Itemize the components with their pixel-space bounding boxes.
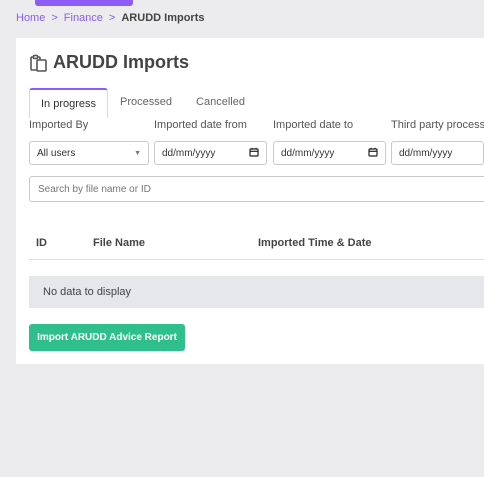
- tab-in-progress[interactable]: In progress: [29, 88, 109, 118]
- tab-cancelled[interactable]: Cancelled: [184, 88, 257, 118]
- page-title: ARUDD Imports: [53, 52, 190, 72]
- imports-card: ARUDD Imports In progress Processed Canc…: [16, 38, 484, 364]
- chevron-down-icon: ▼: [134, 149, 141, 157]
- breadcrumb-current: ARUDD Imports: [121, 12, 205, 24]
- imported-by-select[interactable]: All users ▼: [29, 141, 149, 165]
- clipboard-copy-icon: [29, 53, 49, 73]
- import-arudd-button[interactable]: Import ARUDD Advice Report: [29, 324, 185, 351]
- imported-by-value: All users: [37, 147, 76, 159]
- empty-table-message: No data to display: [29, 276, 484, 308]
- calendar-icon[interactable]: [249, 147, 259, 160]
- tab-processed[interactable]: Processed: [108, 88, 184, 118]
- third-party-label: Third party processi: [391, 119, 484, 131]
- page-header: ARUDD Imports: [29, 52, 189, 73]
- column-header-imported-date[interactable]: Imported Time & Date: [258, 237, 372, 249]
- column-header-id[interactable]: ID: [36, 237, 47, 249]
- breadcrumb-separator: >: [108, 12, 116, 24]
- breadcrumb-finance-link[interactable]: Finance: [64, 12, 103, 24]
- third-party-value: dd/mm/yyyy: [399, 147, 453, 159]
- date-to-input[interactable]: dd/mm/yyyy: [273, 141, 386, 165]
- date-from-value: dd/mm/yyyy: [162, 147, 216, 159]
- date-to-label: Imported date to: [273, 119, 354, 131]
- imported-by-label: Imported By: [29, 119, 89, 131]
- date-to-value: dd/mm/yyyy: [281, 147, 335, 159]
- date-from-label: Imported date from: [154, 119, 247, 131]
- calendar-icon[interactable]: [368, 147, 378, 160]
- status-tabs: In progress Processed Cancelled: [29, 88, 257, 118]
- top-action-button[interactable]: [35, 0, 133, 6]
- column-header-file-name[interactable]: File Name: [93, 237, 145, 249]
- search-input[interactable]: Search by file name or ID: [29, 176, 484, 202]
- third-party-date-input[interactable]: dd/mm/yyyy: [391, 141, 484, 165]
- date-from-input[interactable]: dd/mm/yyyy: [154, 141, 267, 165]
- breadcrumb-separator: >: [51, 12, 58, 24]
- breadcrumb: Home > Finance > ARUDD Imports: [16, 12, 204, 24]
- search-placeholder: Search by file name or ID: [38, 183, 151, 195]
- table-header: ID File Name Imported Time & Date: [29, 228, 484, 260]
- breadcrumb-home-link[interactable]: Home: [16, 12, 45, 24]
